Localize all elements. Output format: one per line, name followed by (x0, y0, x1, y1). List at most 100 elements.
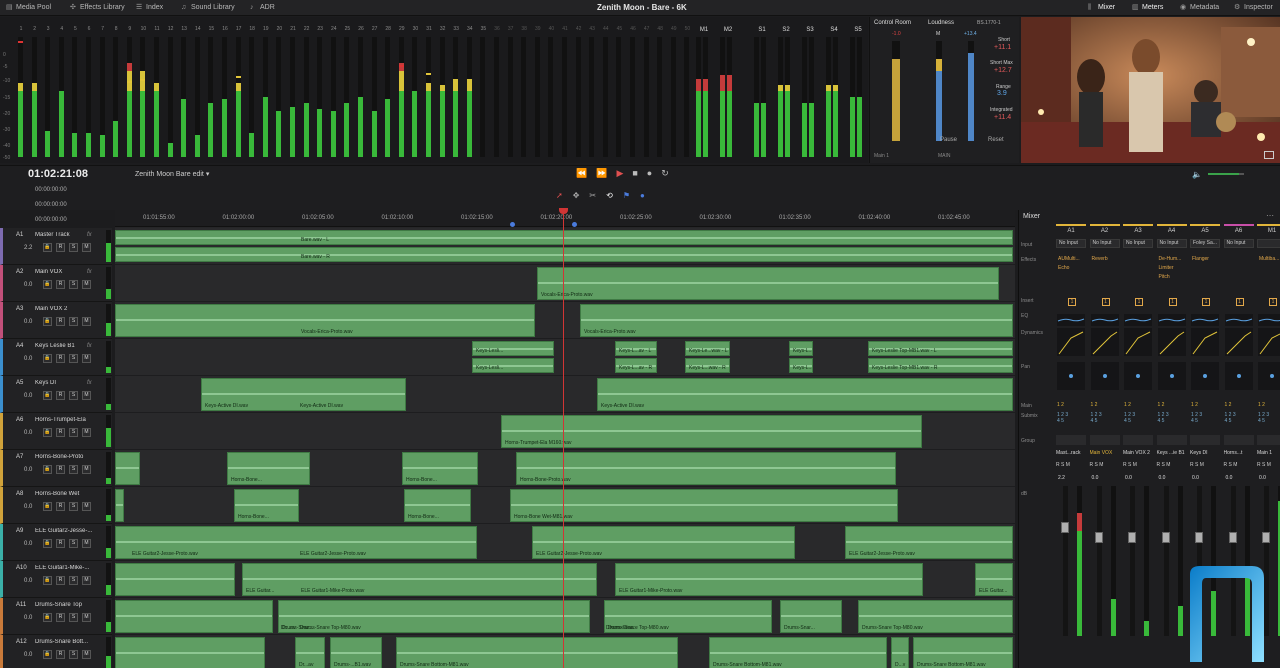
main-assign[interactable]: 1 2 (1258, 402, 1265, 408)
loop-icon[interactable]: ↻ (661, 168, 678, 178)
track-header[interactable]: A7 Horns-Bone-Proto 0.0 🔒 R S M (0, 450, 112, 487)
lock-icon[interactable]: 🔒 (43, 243, 52, 252)
strip-input[interactable] (1257, 239, 1280, 248)
video-viewer[interactable] (1021, 17, 1280, 163)
media-pool-tab[interactable]: ▤ Media Pool (6, 0, 51, 16)
flag-icon[interactable]: ⚑ (623, 191, 640, 200)
fader-knob[interactable] (1228, 532, 1237, 543)
eq-graph[interactable] (1090, 314, 1119, 326)
strip-name[interactable]: Main VOX (1090, 450, 1122, 456)
audio-clip[interactable]: Drums-Snare Bottom-M81.wav (709, 637, 887, 668)
track-volume[interactable]: 0.0 (24, 282, 32, 288)
strip-input[interactable]: Foley Sa... (1190, 239, 1220, 248)
record-arm-button[interactable]: R (56, 354, 65, 363)
solo-button[interactable]: S (69, 428, 78, 437)
audio-clip[interactable]: ELE Guitar... (975, 563, 1013, 596)
strip-effect[interactable]: Reverb (1092, 255, 1108, 263)
audio-clip[interactable]: ELE Guitar1-Mike-Proto.wav (615, 563, 923, 596)
play-icon[interactable]: ▶ (616, 168, 632, 178)
insert-button[interactable]: 1 (1168, 298, 1177, 306)
pan-control[interactable] (1157, 362, 1186, 390)
audio-clip[interactable]: Keys-Le...wav - L (685, 341, 730, 356)
timeline-marker[interactable] (572, 222, 577, 227)
audio-clip[interactable]: D...v (891, 637, 909, 668)
submix-assign[interactable]: 1 2 34 5 (1258, 412, 1269, 424)
solo-button[interactable]: S (69, 502, 78, 511)
strip-input[interactable]: No Input (1223, 239, 1254, 248)
strip-volume[interactable]: 2.2 (1058, 475, 1065, 481)
insert-button[interactable]: 1 (1235, 298, 1244, 306)
fast-forward-icon[interactable]: ⏩ (596, 168, 616, 178)
insert-button[interactable]: 1 (1135, 298, 1143, 306)
dynamics-graph[interactable] (1090, 328, 1119, 356)
eq-graph[interactable] (1191, 314, 1219, 326)
track-header[interactable]: A5 Keys DI fx 0.0 🔒 R S M (0, 376, 112, 413)
track-name[interactable]: Keys Leslie B1 (35, 343, 93, 349)
pan-control[interactable] (1090, 362, 1119, 390)
audio-clip[interactable]: Horns-Bone-Proto.wav (516, 452, 896, 485)
lock-icon[interactable]: 🔒 (43, 539, 52, 548)
record-arm-button[interactable]: R (56, 502, 65, 511)
pan-control[interactable] (1191, 362, 1219, 390)
track-header[interactable]: A11 Drums-Snare Top 0.0 🔒 R S M (0, 598, 112, 635)
solo-button[interactable]: S (69, 391, 78, 400)
strip-rsm-buttons[interactable]: R S M (1056, 462, 1070, 468)
strip-effect[interactable]: Multiba... (1259, 255, 1279, 263)
insert-button[interactable]: 1 (1269, 298, 1277, 306)
track-name[interactable]: Main VOX (35, 269, 93, 275)
mute-button[interactable]: M (82, 650, 91, 659)
fader-knob[interactable] (1128, 532, 1136, 543)
insert-button[interactable]: 1 (1068, 298, 1076, 306)
strip-input[interactable]: No Input (1123, 239, 1153, 248)
track-volume[interactable]: 0.0 (24, 541, 32, 547)
strip-name[interactable]: Main VOX 2 (1123, 450, 1155, 456)
solo-button[interactable]: S (69, 465, 78, 474)
record-arm-button[interactable]: R (56, 280, 65, 289)
metadata-tab[interactable]: ◉ Metadata (1180, 0, 1219, 16)
audio-clip[interactable]: Vocals-Erica-Proto.wav (115, 304, 535, 337)
insert-button[interactable]: 1 (1101, 298, 1110, 306)
track-name[interactable]: Keys DI (35, 380, 93, 386)
timeline-marker[interactable] (510, 222, 515, 227)
strip-name[interactable]: Keys ...ie B1 (1157, 450, 1189, 456)
fullscreen-icon[interactable] (1264, 151, 1274, 159)
track-fx-indicator[interactable]: fx (87, 343, 92, 349)
loudness-output[interactable]: MAIN (938, 153, 951, 159)
audio-clip[interactable]: Bare.wav - R (115, 247, 1013, 262)
record-arm-button[interactable]: R (56, 539, 65, 548)
range-icon[interactable]: ✥ (573, 191, 590, 200)
strip-effect[interactable]: Flanger (1192, 255, 1209, 263)
submix-assign[interactable]: 1 2 34 5 (1191, 412, 1202, 424)
audio-clip[interactable] (115, 637, 265, 668)
snap-icon[interactable]: ⟲ (606, 191, 623, 200)
sound-library-tab[interactable]: ♫ Sound Library (181, 0, 235, 16)
audio-clip[interactable]: ELE Guitar2-Jesse-Proto.wav (115, 526, 477, 559)
dynamics-graph[interactable] (1258, 328, 1280, 356)
track-volume[interactable]: 0.0 (24, 467, 32, 473)
fader-knob[interactable] (1161, 532, 1170, 543)
track-volume[interactable]: 0.0 (24, 578, 32, 584)
meters-tab[interactable]: ▥ Meters (1132, 0, 1163, 16)
fader-knob[interactable] (1262, 532, 1270, 543)
group-slot[interactable] (1123, 435, 1153, 445)
track-name[interactable]: Main VOX 2 (35, 306, 93, 312)
strip-rsm-buttons[interactable]: R S M (1257, 462, 1271, 468)
solo-button[interactable]: S (69, 243, 78, 252)
mixer-tab[interactable]: ⫼ Mixer (1088, 0, 1115, 16)
dynamics-graph[interactable] (1224, 328, 1253, 356)
playhead[interactable] (563, 210, 564, 668)
strip-effect[interactable]: Limiter (1159, 264, 1174, 272)
solo-button[interactable]: S (69, 317, 78, 326)
main-assign[interactable]: 1 2 (1091, 402, 1098, 408)
lock-icon[interactable]: 🔒 (43, 428, 52, 437)
pause-button[interactable]: Pause (940, 137, 957, 143)
main-assign[interactable]: 1 2 (1191, 402, 1198, 408)
audio-clip[interactable]: Horns-Bone... (227, 452, 310, 485)
record-arm-button[interactable]: R (56, 613, 65, 622)
track-volume[interactable]: 0.0 (24, 319, 32, 325)
fader-knob[interactable] (1094, 532, 1103, 543)
group-slot[interactable] (1190, 435, 1220, 445)
audio-clip[interactable]: Drums-Snare Bottom-M81.wav (396, 637, 678, 668)
solo-button[interactable]: S (69, 354, 78, 363)
track-name[interactable]: Horns-Bone Wet (35, 491, 93, 497)
